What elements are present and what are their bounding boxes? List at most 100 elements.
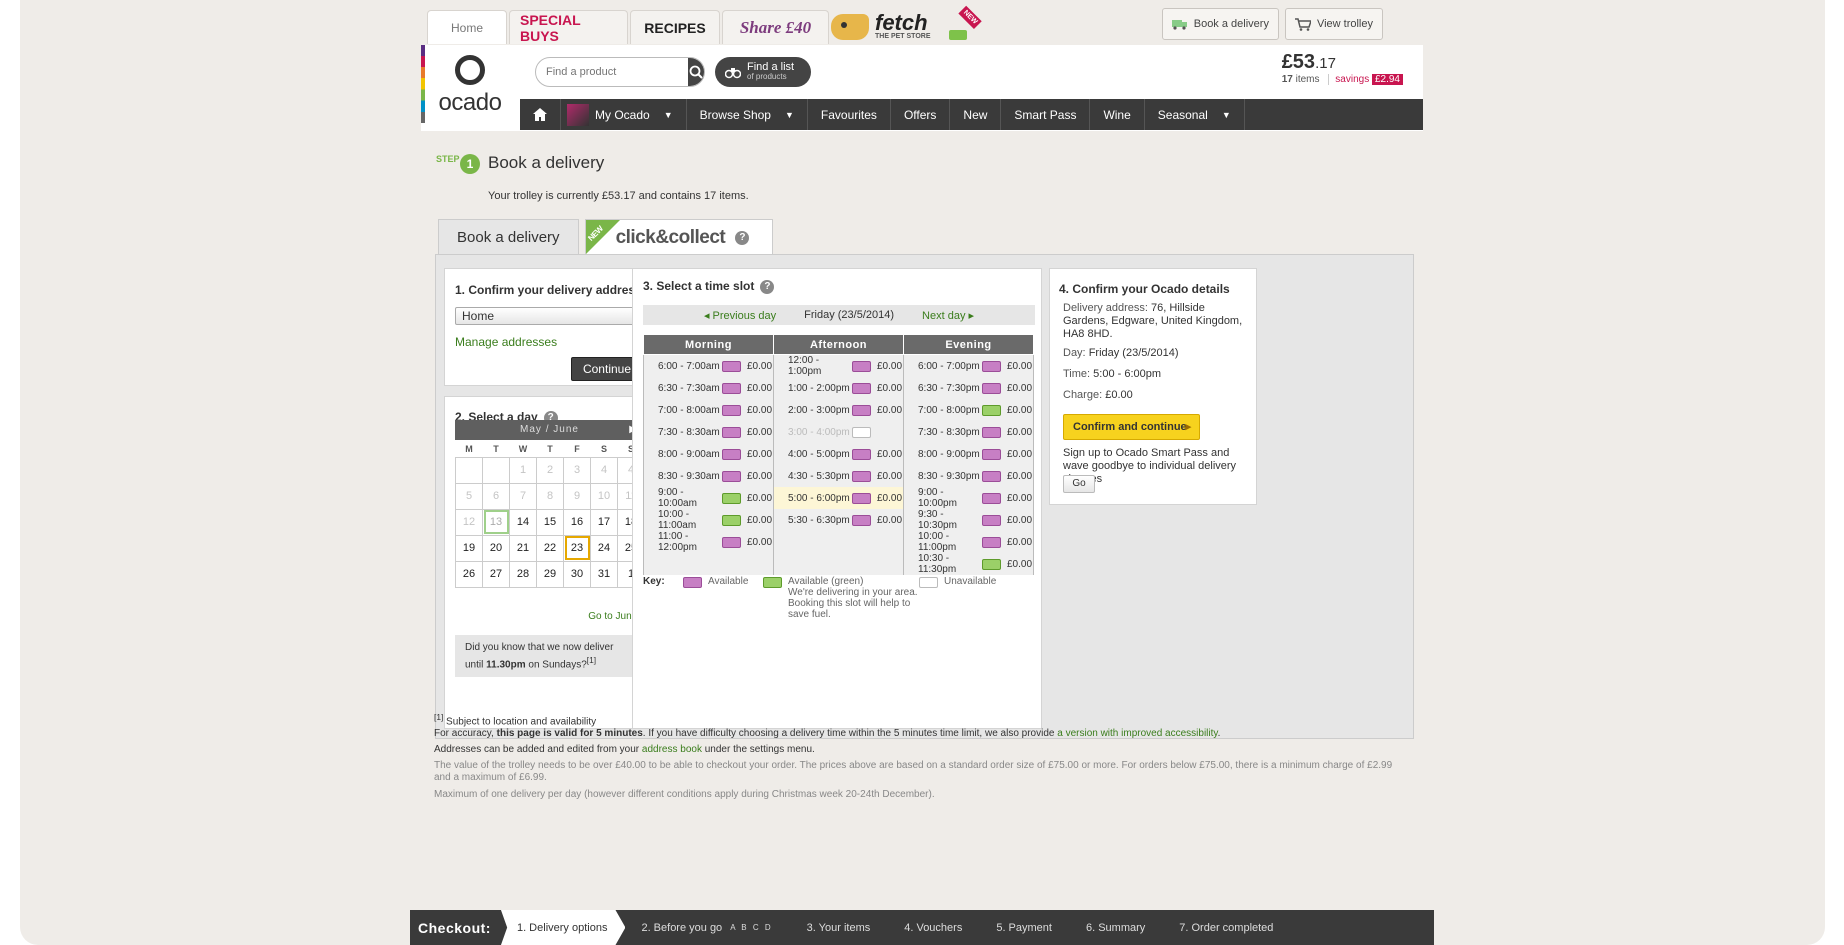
tab-special-buys[interactable]: SPECIAL BUYS [509, 10, 628, 44]
checkout-step-summary[interactable]: 6. Summary [1070, 910, 1163, 945]
time-slot[interactable]: 1:00 - 2:00pm £0.00 [774, 377, 903, 399]
checkout-step-payment[interactable]: 5. Payment [980, 910, 1070, 945]
time-slot[interactable]: 9:30 - 10:30pm £0.00 [904, 509, 1033, 531]
key-green-desc: We're delivering in your area. Booking t… [788, 587, 918, 620]
calendar-day[interactable]: 27 [482, 560, 510, 588]
van-icon [852, 448, 871, 460]
previous-day-link[interactable]: ◂ Previous day [704, 309, 776, 322]
go-button[interactable]: Go [1063, 475, 1095, 493]
calendar-day[interactable]: 24 [590, 534, 618, 562]
nav-my-ocado[interactable]: My Ocado ▼ [561, 99, 687, 130]
tab-book-delivery[interactable]: Book a delivery [438, 219, 579, 255]
accessibility-link[interactable]: a version with improved accessibility [1057, 728, 1217, 739]
calendar-day[interactable]: 22 [536, 534, 564, 562]
tip-text-post: on Sundays? [528, 659, 587, 671]
van-icon [982, 470, 1001, 482]
time-slot[interactable]: 12:00 - 1:00pm £0.00 [774, 355, 903, 377]
time-slot[interactable]: 9:00 - 10:00am £0.00 [644, 487, 773, 509]
calendar-day[interactable]: 30 [563, 560, 591, 588]
time-slot[interactable]: 8:00 - 9:00pm £0.00 [904, 443, 1033, 465]
time-slot[interactable]: 11:00 - 12:00pm £0.00 [644, 531, 773, 553]
slot-cell: 1:00 - 2:00pm £0.00 [773, 377, 904, 399]
fetch-banner[interactable]: fetch THE PET STORE NEW [831, 5, 982, 44]
tab-home[interactable]: Home [427, 10, 507, 44]
nav-seasonal[interactable]: Seasonal ▼ [1145, 99, 1245, 130]
van-icon [852, 470, 871, 482]
calendar-day[interactable]: 14 [509, 508, 537, 536]
time-slot[interactable]: 10:00 - 11:00am £0.00 [644, 509, 773, 531]
checkout-step-completed[interactable]: 7. Order completed [1163, 910, 1291, 945]
calendar-day-selected[interactable]: 23 [563, 534, 591, 562]
checkout-step-items[interactable]: 3. Your items [791, 910, 889, 945]
slot-time: 4:00 - 5:00pm [788, 448, 850, 460]
time-slot[interactable]: 4:30 - 5:30pm £0.00 [774, 465, 903, 487]
find-list-button[interactable]: Find a list of products [715, 57, 811, 87]
time-slot[interactable]: 2:00 - 3:00pm £0.00 [774, 399, 903, 421]
time-slot[interactable]: 5:30 - 6:30pm £0.00 [774, 509, 903, 531]
fetch-new-badge: NEW [958, 5, 982, 30]
trolley-status-text: Your trolley is currently £53.17 and con… [488, 190, 749, 202]
nav-home[interactable] [520, 99, 561, 130]
time-slot[interactable]: 7:30 - 8:30am £0.00 [644, 421, 773, 443]
tab-click-collect[interactable]: NEW click&collect ? [584, 219, 773, 255]
time-slot[interactable]: 6:00 - 7:00pm £0.00 [904, 355, 1033, 377]
tab-share[interactable]: Share £40 [722, 10, 829, 44]
nav-smart-pass[interactable]: Smart Pass [1001, 99, 1091, 130]
footnote-ref: [1] [434, 712, 444, 722]
time-slot[interactable]: 7:00 - 8:00pm £0.00 [904, 399, 1033, 421]
footnote-2-c: . If you have difficulty choosing a deli… [642, 728, 1055, 739]
time-slot[interactable]: 7:30 - 8:30pm £0.00 [904, 421, 1033, 443]
slot-cell: 4:30 - 5:30pm £0.00 [773, 465, 904, 487]
time-slot[interactable]: 8:30 - 9:30am £0.00 [644, 465, 773, 487]
view-trolley-button[interactable]: View trolley [1284, 8, 1383, 40]
time-slot[interactable]: 4:00 - 5:00pm £0.00 [774, 443, 903, 465]
book-delivery-button[interactable]: Book a delivery [1161, 8, 1279, 40]
top-buttons: Book a delivery View trolley [1161, 8, 1383, 40]
calendar-day[interactable]: 28 [509, 560, 537, 588]
slot-price: £0.00 [1007, 470, 1033, 482]
checkout-step-delivery[interactable]: 1. Delivery options [500, 910, 626, 945]
manage-addresses-link[interactable]: Manage addresses [455, 335, 557, 349]
time-slot[interactable]: 5:00 - 6:00pm £0.00 [774, 487, 903, 509]
checkout-step-before-you-go[interactable]: 2. Before you go A B C D [625, 910, 790, 945]
confirm-address: Delivery address: 76, Hillside Gardens, … [1063, 302, 1253, 341]
address-select[interactable]: Home [455, 307, 643, 325]
help-icon[interactable]: ? [735, 230, 750, 245]
time-slot[interactable]: 6:30 - 7:30pm £0.00 [904, 377, 1033, 399]
slot-cell [773, 531, 904, 553]
time-slot[interactable]: 6:00 - 7:00am £0.00 [644, 355, 773, 377]
tab-recipes[interactable]: RECIPES [630, 10, 720, 44]
nav-new[interactable]: New [950, 99, 1002, 130]
calendar-day[interactable]: 19 [455, 534, 483, 562]
calendar-day[interactable]: 21 [509, 534, 537, 562]
search-button[interactable] [688, 58, 704, 86]
nav-wine[interactable]: Wine [1090, 99, 1145, 130]
confirm-day: Day: Friday (23/5/2014) [1063, 347, 1179, 359]
help-icon[interactable]: ? [760, 279, 775, 294]
nav-favourites[interactable]: Favourites [808, 99, 891, 130]
time-slot[interactable]: 8:30 - 9:30pm £0.00 [904, 465, 1033, 487]
time-slot[interactable]: 10:00 - 11:00pm £0.00 [904, 531, 1033, 553]
calendar-day[interactable]: 20 [482, 534, 510, 562]
calendar-day[interactable]: 29 [536, 560, 564, 588]
time-slot[interactable]: 6:30 - 7:30am £0.00 [644, 377, 773, 399]
time-slot[interactable]: 9:00 - 10:00pm £0.00 [904, 487, 1033, 509]
checkout-step-vouchers[interactable]: 4. Vouchers [888, 910, 980, 945]
time-slot[interactable]: 7:00 - 8:00am £0.00 [644, 399, 773, 421]
nav-offers[interactable]: Offers [891, 99, 951, 130]
checkout-progress: Checkout: 1. Delivery options 2. Before … [410, 910, 1434, 945]
calendar-day[interactable]: 26 [455, 560, 483, 588]
next-day-link[interactable]: Next day ▸ [922, 309, 974, 322]
ocado-logo[interactable]: ocado [435, 53, 505, 119]
calendar-day[interactable]: 17 [590, 508, 618, 536]
trolley-summary[interactable]: £53.17 17 items savings £2.94 [1282, 51, 1403, 85]
time-slot[interactable]: 10:30 - 11:30pm £0.00 [904, 553, 1033, 575]
calendar-day[interactable]: 31 [590, 560, 618, 588]
address-book-link[interactable]: address book [642, 744, 702, 755]
search-input[interactable] [536, 66, 688, 78]
confirm-continue-button[interactable]: Confirm and continue [1063, 414, 1200, 440]
calendar-day[interactable]: 15 [536, 508, 564, 536]
nav-browse-shop[interactable]: Browse Shop ▼ [687, 99, 808, 130]
time-slot[interactable]: 8:00 - 9:00am £0.00 [644, 443, 773, 465]
calendar-day[interactable]: 16 [563, 508, 591, 536]
